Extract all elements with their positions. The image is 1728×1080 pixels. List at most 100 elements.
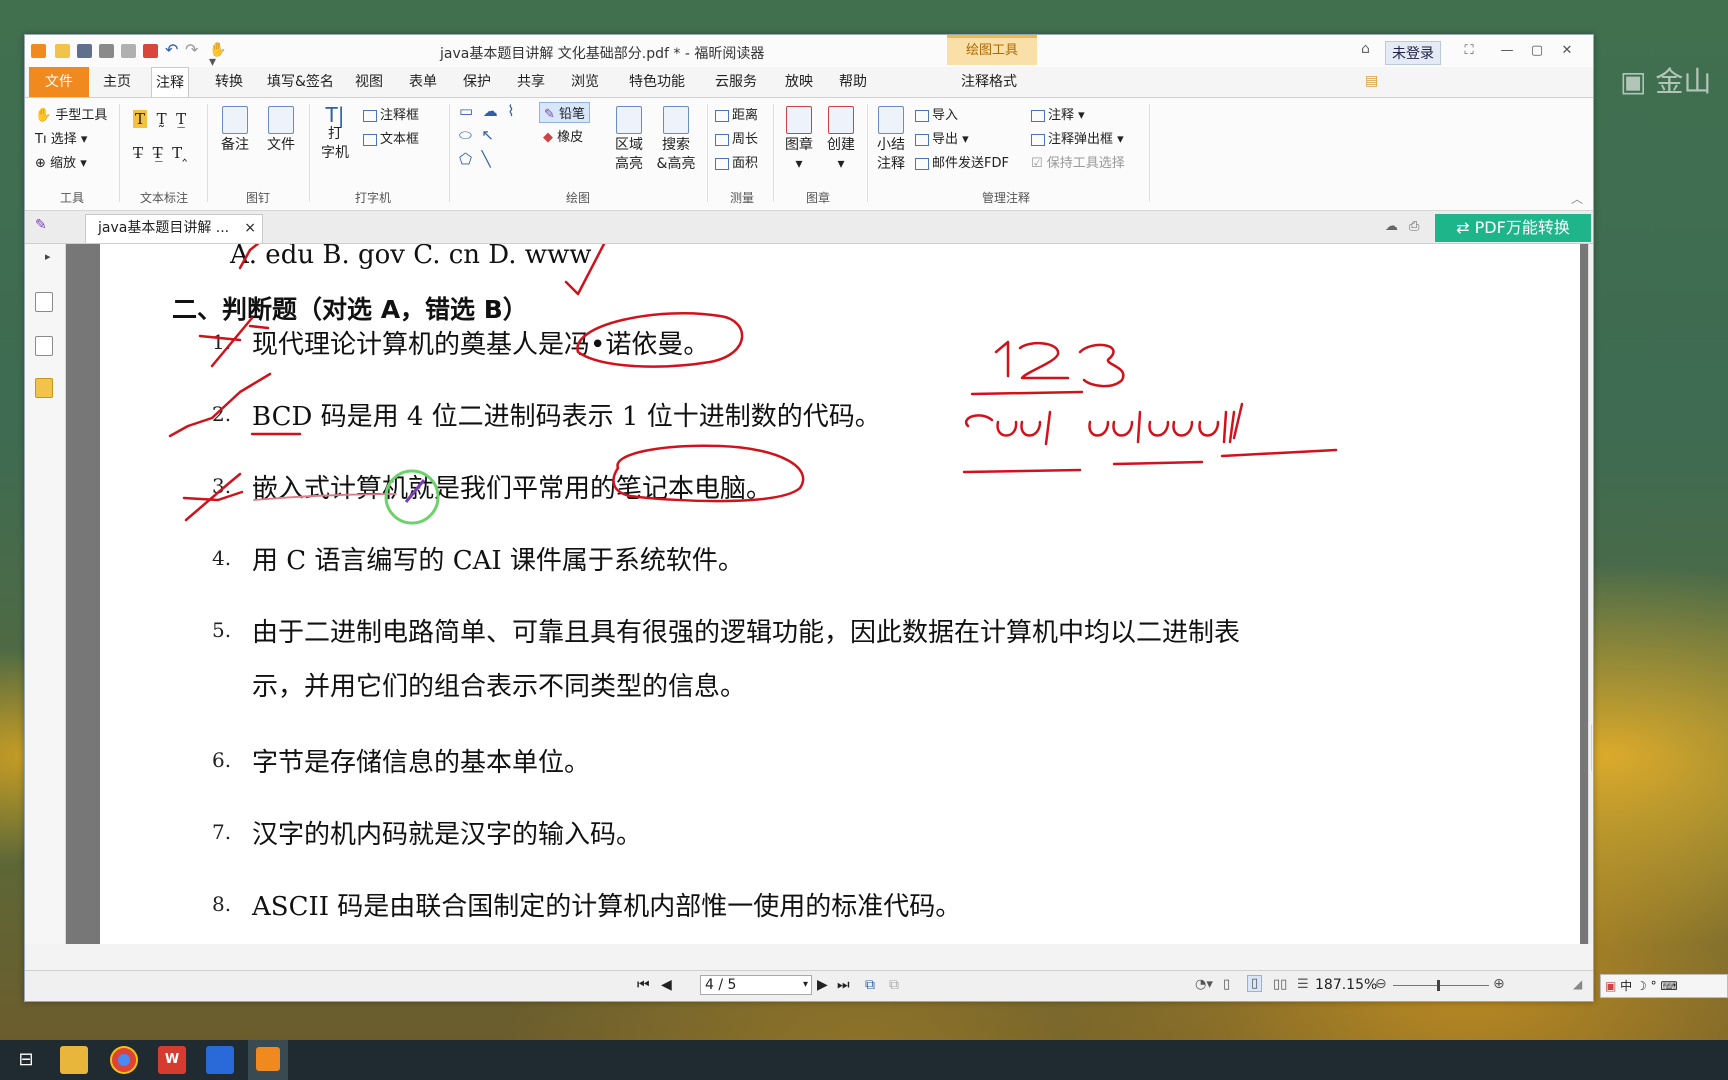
replace-text-icon[interactable]: T̶̲ bbox=[153, 144, 163, 162]
foxit-taskbar-button[interactable] bbox=[248, 1040, 288, 1080]
underline-text-icon[interactable]: T̲ bbox=[176, 110, 186, 128]
next-view-icon[interactable]: ⧉ bbox=[889, 977, 899, 993]
file-explorer-icon[interactable] bbox=[60, 1046, 88, 1074]
ime-toolbar[interactable]: ▣ 中 ☽ ° ⌨ bbox=[1600, 974, 1728, 998]
menu-form[interactable]: 表单 bbox=[405, 67, 441, 97]
vertical-scrollbar[interactable]: ▲ ▼ bbox=[1588, 244, 1592, 944]
single-page-icon[interactable]: ▯ bbox=[1223, 977, 1230, 992]
keep-tool-checkbox[interactable]: ☑ 保持工具选择 bbox=[1031, 152, 1125, 171]
menu-file[interactable]: 文件 bbox=[29, 67, 89, 97]
zoom-slider-handle[interactable] bbox=[1437, 980, 1440, 991]
previous-view-icon[interactable]: ⧉ bbox=[865, 977, 875, 993]
wps-icon[interactable]: W bbox=[158, 1046, 186, 1074]
redo-icon[interactable]: ↷ bbox=[185, 42, 200, 58]
export-button[interactable]: 导出 ▾ bbox=[915, 128, 969, 147]
rectangle-icon[interactable]: ▭ bbox=[459, 102, 473, 120]
menu-share[interactable]: 共享 bbox=[513, 67, 549, 97]
login-button[interactable]: 未登录 bbox=[1385, 41, 1441, 65]
stamp-button[interactable]: 图章 ▾ bbox=[779, 106, 819, 174]
zoom-slider[interactable] bbox=[1393, 985, 1489, 986]
perimeter-button[interactable]: 周长 bbox=[715, 128, 758, 147]
scan-icon[interactable] bbox=[121, 44, 136, 58]
document-viewport[interactable]: A. edu B. gov C. cn D. www 二、判断题（对选 A，错选… bbox=[66, 244, 1592, 944]
comments-icon[interactable] bbox=[35, 378, 53, 398]
continuous-page-icon[interactable]: ▯ bbox=[1247, 975, 1263, 992]
zoom-level[interactable]: 187.15% bbox=[1315, 977, 1377, 993]
pencil-button[interactable]: ✎ 铅笔 bbox=[539, 102, 591, 123]
create-stamp-button[interactable]: 创建 ▾ bbox=[821, 106, 861, 174]
close-tab-icon[interactable]: × bbox=[244, 215, 256, 241]
expand-panel-icon[interactable]: ▸ bbox=[45, 250, 51, 263]
menu-convert[interactable]: 转换 bbox=[211, 67, 247, 97]
open-icon[interactable] bbox=[55, 44, 70, 58]
continuous-facing-icon[interactable]: ☰ bbox=[1297, 977, 1309, 992]
page-number-input[interactable]: 4 / 5 ▾ bbox=[700, 975, 812, 995]
hand-tool-button[interactable]: ✋ 手型工具 bbox=[35, 104, 107, 123]
resize-grip-icon[interactable]: ◢ bbox=[1573, 977, 1582, 991]
bookmark-icon[interactable] bbox=[35, 292, 53, 312]
collapse-ribbon-icon[interactable]: ︿ bbox=[1571, 190, 1583, 207]
polygon-icon[interactable]: ⬠ bbox=[459, 150, 472, 168]
menu-help[interactable]: 帮助 bbox=[835, 67, 871, 97]
menu-cloud[interactable]: 云服务 bbox=[711, 67, 761, 97]
first-page-icon[interactable]: ⏮ bbox=[637, 977, 650, 993]
folder-icon[interactable]: ▤ bbox=[1365, 73, 1378, 89]
area-highlight-button[interactable]: 区域 高亮 bbox=[607, 106, 651, 174]
zoom-in-icon[interactable]: ⊕ bbox=[1493, 976, 1505, 992]
typewriter-button[interactable]: T| 打字机 bbox=[315, 105, 355, 163]
area-measure-button[interactable]: 面积 bbox=[715, 152, 758, 171]
reading-mode-icon[interactable]: ⎙ bbox=[1409, 219, 1419, 234]
print-icon[interactable] bbox=[99, 44, 114, 58]
summary-button[interactable]: 小结 注释 bbox=[873, 106, 909, 174]
chrome-icon[interactable] bbox=[110, 1046, 138, 1074]
new-icon[interactable] bbox=[143, 44, 158, 58]
distance-button[interactable]: 距离 bbox=[715, 104, 758, 123]
oval-icon[interactable]: ⬭ bbox=[459, 126, 472, 144]
menu-features[interactable]: 特色功能 bbox=[625, 67, 689, 97]
undo-icon[interactable]: ↶ bbox=[165, 42, 180, 58]
arrow-icon[interactable]: ↖ bbox=[481, 126, 494, 144]
line-icon[interactable]: ╲ bbox=[482, 150, 491, 168]
select-tool-button[interactable]: Tı 选择 ▾ bbox=[35, 128, 87, 147]
eraser-button[interactable]: ◆ 橡皮 bbox=[543, 126, 583, 145]
last-page-icon[interactable]: ⏭ bbox=[837, 977, 850, 993]
menu-slideshow[interactable]: 放映 bbox=[781, 67, 817, 97]
pages-icon[interactable] bbox=[35, 336, 53, 356]
menu-view[interactable]: 视图 bbox=[351, 67, 387, 97]
highlight-text-icon[interactable]: T bbox=[133, 110, 148, 128]
menu-annotate[interactable]: 注释 bbox=[151, 67, 189, 97]
page-dropdown-icon[interactable]: ▾ bbox=[803, 976, 808, 994]
annotations-panel-button[interactable]: 注释 ▾ bbox=[1031, 104, 1085, 123]
callout-button[interactable]: 注释框 bbox=[363, 104, 419, 123]
task-view-icon[interactable]: ⊟ bbox=[12, 1046, 40, 1074]
zoom-tool-button[interactable]: ⊕ 缩放 ▾ bbox=[35, 152, 87, 171]
fullscreen-icon[interactable]: ⛶ bbox=[1457, 41, 1481, 61]
facing-page-icon[interactable]: ▯▯ bbox=[1273, 977, 1287, 992]
menu-annotation-format[interactable]: 注释格式 bbox=[957, 67, 1021, 97]
account-icon[interactable]: ⌂ bbox=[1361, 41, 1370, 57]
email-fdf-button[interactable]: 邮件发送FDF bbox=[915, 152, 1009, 171]
cloud-icon[interactable]: ☁ bbox=[483, 102, 498, 120]
popup-button[interactable]: 注释弹出框 ▾ bbox=[1031, 128, 1124, 147]
menu-fill-sign[interactable]: 填写&签名 bbox=[263, 67, 338, 97]
pdf-convert-button[interactable]: ⇄ PDF万能转换 bbox=[1435, 214, 1591, 242]
rotate-view-icon[interactable]: ◔▾ bbox=[1195, 977, 1213, 992]
strikeout-text-icon[interactable]: T̶ bbox=[133, 144, 143, 162]
note-button[interactable]: 备注 bbox=[215, 106, 255, 155]
minimize-button[interactable]: — bbox=[1495, 41, 1519, 61]
prev-page-icon[interactable]: ◀ bbox=[661, 977, 672, 993]
insert-text-icon[interactable]: T‸ bbox=[172, 144, 187, 162]
maximize-button[interactable]: ▢ bbox=[1525, 41, 1549, 61]
cloud-sync-icon[interactable]: ☁ bbox=[1385, 219, 1398, 234]
next-page-icon[interactable]: ▶ bbox=[817, 977, 828, 993]
menu-browse[interactable]: 浏览 bbox=[567, 67, 603, 97]
video-app-icon[interactable] bbox=[206, 1046, 234, 1074]
document-tab[interactable]: java基本题目讲解 ... × bbox=[85, 214, 263, 243]
polyline-icon[interactable]: ⌇ bbox=[507, 102, 514, 120]
hand-dropdown-icon[interactable]: ✋▾ bbox=[209, 43, 226, 69]
import-button[interactable]: 导入 bbox=[915, 104, 958, 123]
zoom-out-icon[interactable]: ⊖ bbox=[1375, 976, 1387, 992]
menu-home[interactable]: 主页 bbox=[99, 67, 135, 97]
textbox-button[interactable]: 文本框 bbox=[363, 128, 419, 147]
save-icon[interactable] bbox=[77, 44, 92, 58]
